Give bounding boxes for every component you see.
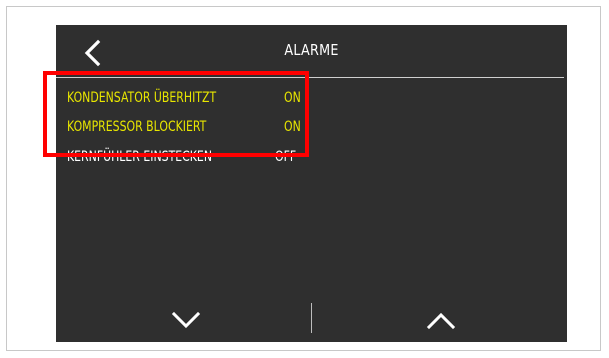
chevron-up-icon bbox=[426, 312, 456, 330]
page-title: ALARME bbox=[284, 41, 339, 59]
highlight-box bbox=[43, 71, 309, 157]
scroll-up-button[interactable] bbox=[421, 305, 461, 335]
scroll-down-button[interactable] bbox=[166, 305, 206, 335]
chevron-down-icon bbox=[171, 311, 201, 329]
screen-header: ALARME bbox=[56, 25, 567, 77]
footer-divider bbox=[311, 303, 312, 333]
